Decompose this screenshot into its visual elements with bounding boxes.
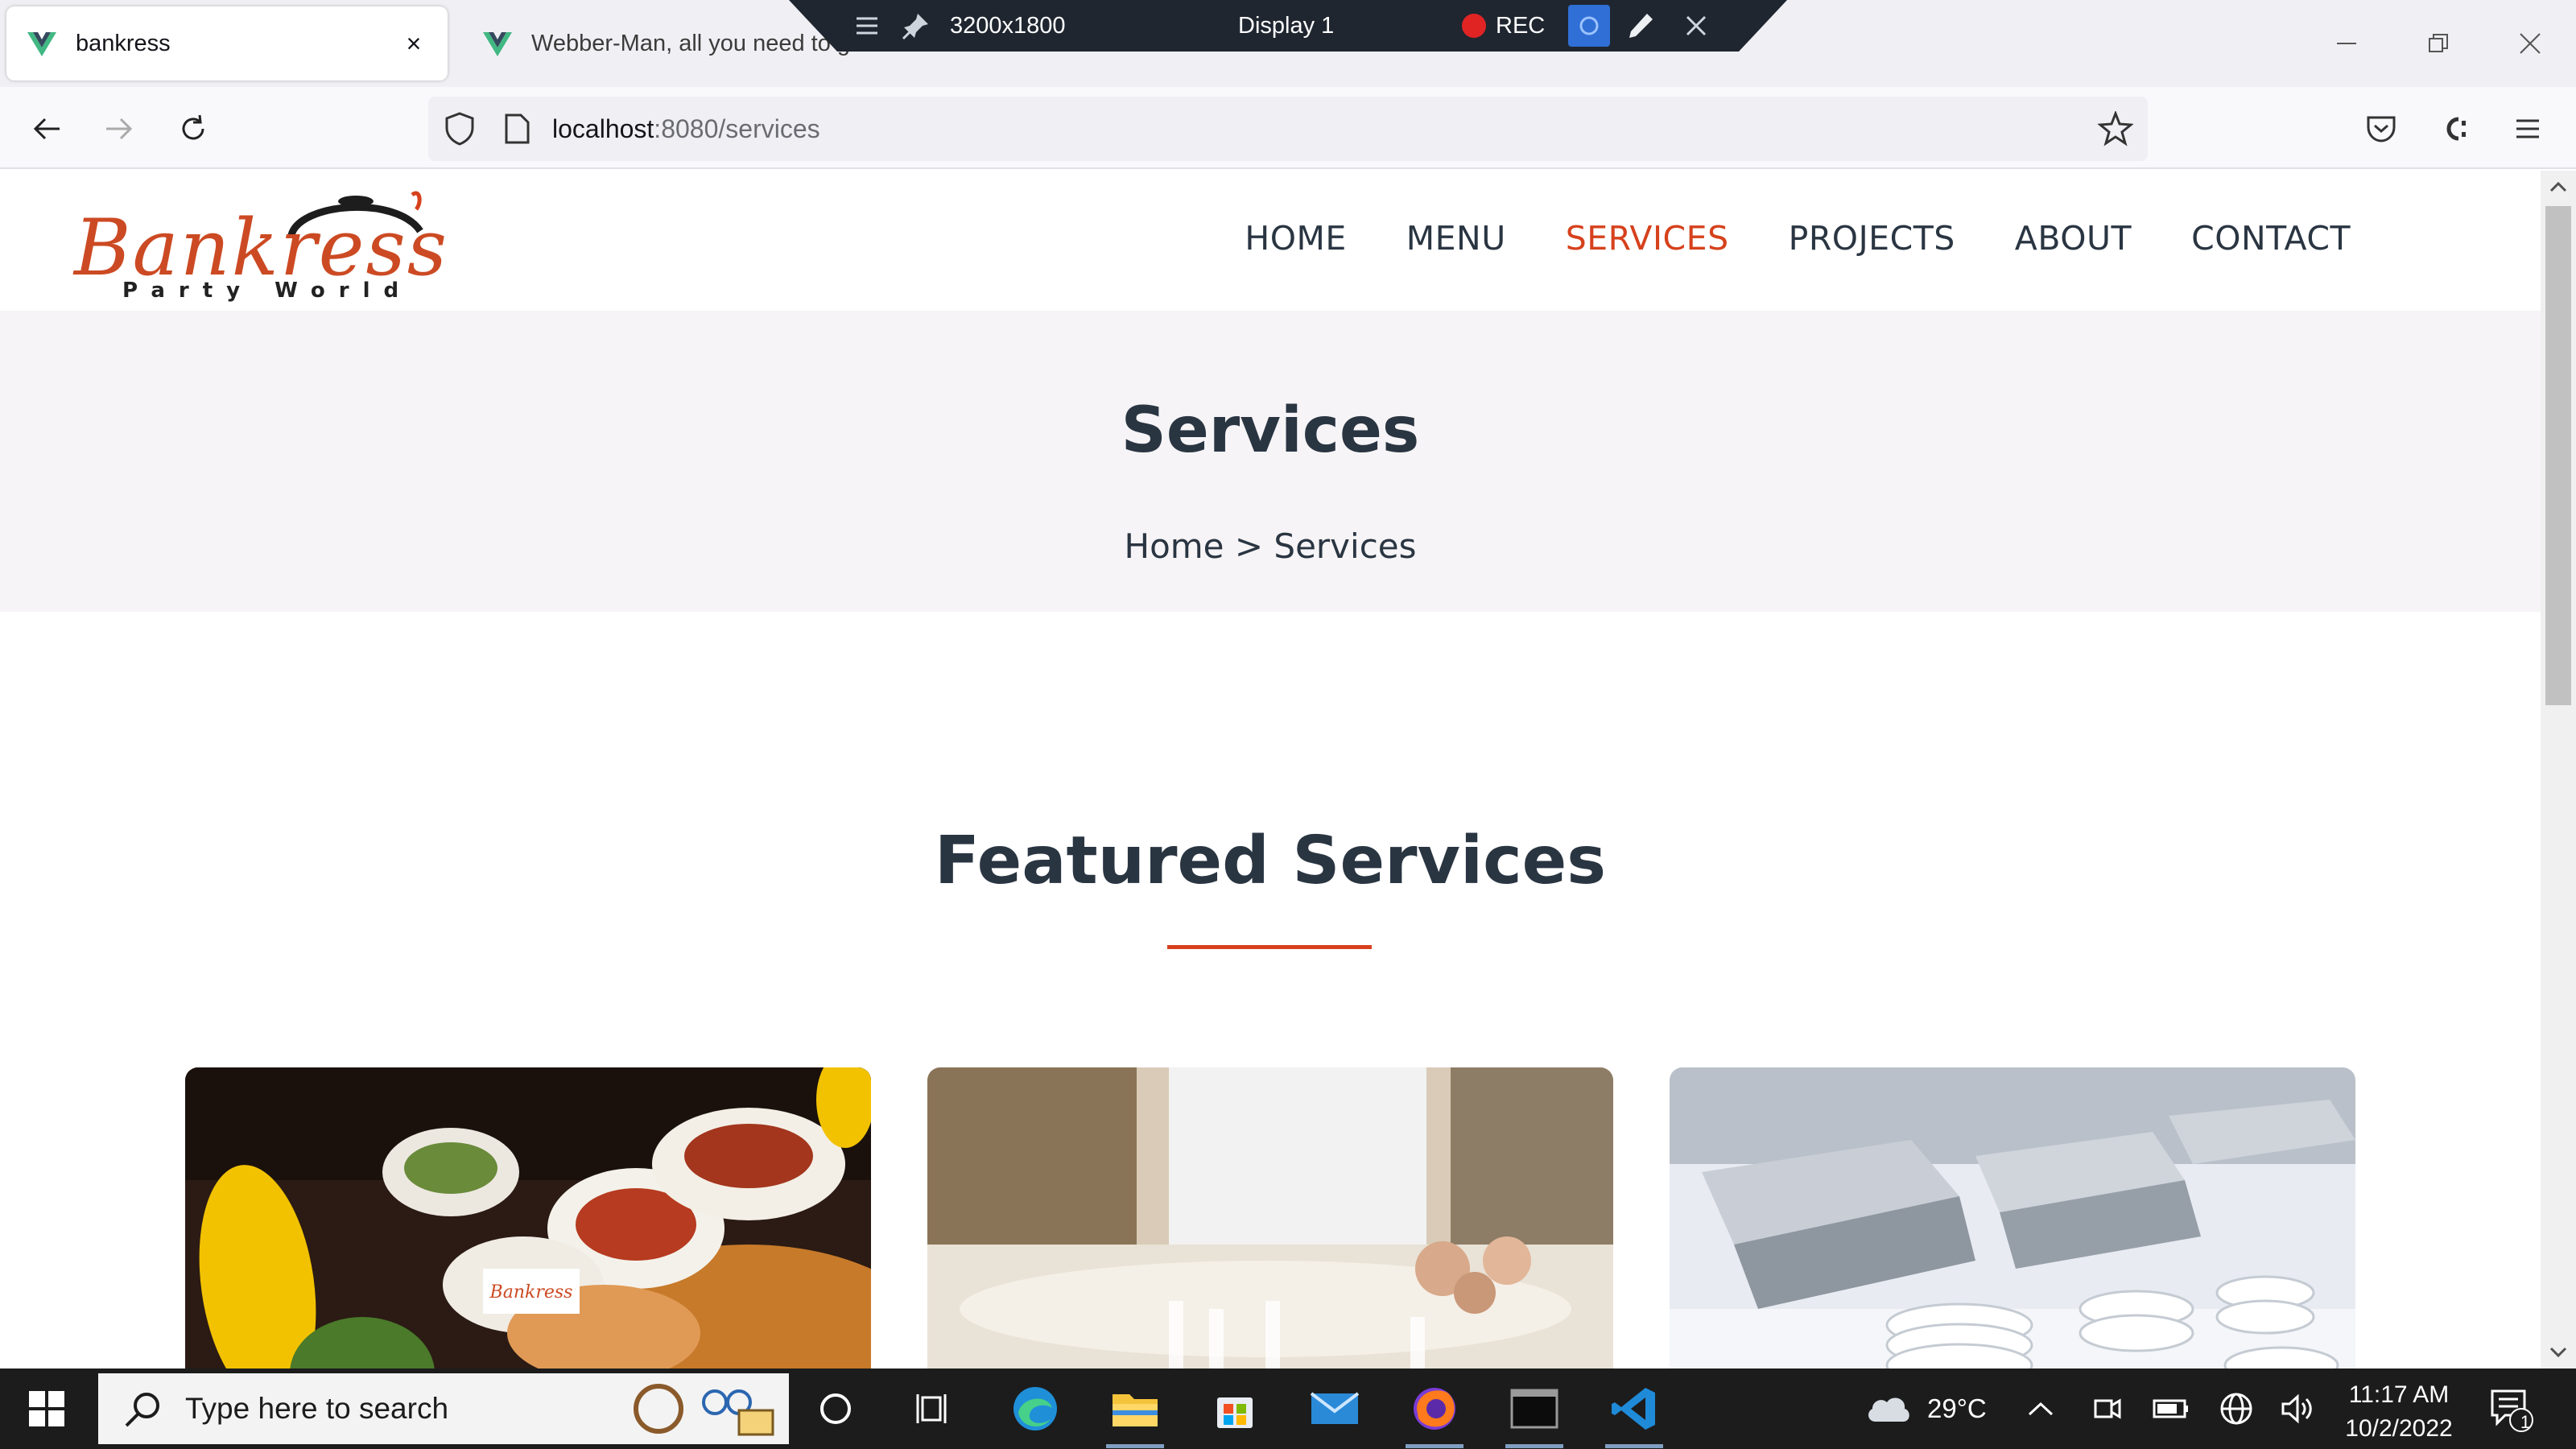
vscode-running-indicator <box>1605 1444 1663 1448</box>
clock-date: 10/2/2022 <box>2345 1415 2453 1442</box>
nav-projects[interactable]: PROJECTS <box>1789 219 1955 258</box>
windows-taskbar: Type here to search 29°C 11:17 AM 10/2/2… <box>0 1368 2576 1449</box>
clock-time: 11:17 AM <box>2348 1381 2450 1408</box>
extension-icon[interactable] <box>2426 100 2484 158</box>
mail-icon[interactable] <box>1307 1381 1362 1436</box>
vscode-icon[interactable] <box>1607 1381 1662 1436</box>
firefox-icon[interactable] <box>1407 1381 1462 1436</box>
chafing-dishes-image <box>1670 1067 2355 1368</box>
recording-resolution: 3200x1800 <box>950 12 1066 39</box>
search-highlight-icon <box>626 1378 779 1443</box>
heading-divider <box>1167 945 1372 949</box>
notification-center[interactable]: 1 <box>2487 1368 2536 1449</box>
menu-lines-icon[interactable] <box>853 0 881 52</box>
url-text[interactable]: localhost:8080/services <box>552 97 820 161</box>
nav-home[interactable]: HOME <box>1245 219 1346 258</box>
network-globe-icon[interactable] <box>2219 1368 2254 1449</box>
close-recorder-icon[interactable] <box>1684 0 1708 52</box>
taskbar-clock[interactable]: 11:17 AM 10/2/2022 <box>2318 1378 2479 1446</box>
service-card-catering[interactable] <box>1670 1067 2355 1368</box>
nav-about[interactable]: ABOUT <box>2015 219 2132 258</box>
nav-contact[interactable]: CONTACT <box>2191 219 2351 258</box>
bookmark-star-icon[interactable] <box>2097 109 2134 151</box>
edge-browser-icon[interactable] <box>1008 1381 1063 1436</box>
forward-arrow-icon[interactable] <box>90 100 148 158</box>
taskbar-search-box[interactable]: Type here to search <box>98 1373 789 1444</box>
vue-favicon-icon <box>27 32 56 56</box>
tab-bankress[interactable]: bankress × <box>6 6 448 80</box>
shield-icon[interactable] <box>443 111 477 151</box>
browser-toolbar: localhost:8080/services <box>0 87 2576 169</box>
meet-now-icon[interactable] <box>2091 1368 2124 1449</box>
screen-recorder-bar: 3200x1800 Display 1 REC <box>789 0 1787 52</box>
weather-temperature: 29°C <box>1927 1393 1987 1423</box>
rec-label: REC <box>1496 12 1546 39</box>
site-header: Bankress Party World HOME MENU SERVICES … <box>0 171 2541 311</box>
terminal-running-indicator <box>1505 1444 1563 1448</box>
main-nav: HOME MENU SERVICES PROJECTS ABOUT CONTAC… <box>1245 219 2351 258</box>
card-watermark: Bankress <box>489 1282 573 1302</box>
firefox-running-indicator <box>1406 1444 1463 1448</box>
camera-toggle[interactable] <box>1568 0 1610 52</box>
banquet-table-image <box>927 1067 1613 1368</box>
pocket-icon[interactable] <box>2352 100 2410 158</box>
file-explorer-icon[interactable] <box>1108 1381 1162 1436</box>
vue-favicon-icon <box>483 32 512 56</box>
recording-display: Display 1 <box>1238 12 1335 39</box>
back-arrow-icon[interactable] <box>18 100 76 158</box>
windows-start-icon[interactable] <box>18 1388 76 1430</box>
terminal-icon[interactable] <box>1507 1381 1562 1436</box>
volume-icon[interactable] <box>2280 1368 2315 1449</box>
page-title: Services <box>1121 394 1420 467</box>
search-icon <box>122 1389 163 1434</box>
hamburger-menu-icon[interactable] <box>2499 100 2557 158</box>
cortana-icon[interactable] <box>808 1381 863 1436</box>
page-scrollbar[interactable] <box>2541 171 2576 1368</box>
task-view-icon[interactable] <box>906 1381 961 1436</box>
food-platter-image: Bankress <box>185 1067 871 1368</box>
nav-menu[interactable]: MENU <box>1406 219 1506 258</box>
url-path: :8080/services <box>654 114 820 143</box>
logo-tagline: Party World <box>122 279 413 303</box>
site-logo[interactable]: Bankress Party World <box>74 187 452 308</box>
microsoft-store-icon[interactable] <box>1208 1381 1262 1436</box>
page-banner: Services Home > Services <box>0 311 2541 612</box>
battery-icon[interactable] <box>2153 1368 2190 1449</box>
featured-services-heading: Featured Services <box>934 823 1607 899</box>
pin-icon[interactable] <box>902 0 931 52</box>
service-card-banquet[interactable] <box>927 1067 1613 1368</box>
file-explorer-running-indicator <box>1106 1444 1164 1448</box>
page-viewport: Bankress Party World HOME MENU SERVICES … <box>0 171 2541 1368</box>
window-controls <box>2301 0 2576 87</box>
url-host: localhost <box>552 114 654 143</box>
nav-services[interactable]: SERVICES <box>1566 219 1729 258</box>
pen-icon[interactable] <box>1626 0 1655 52</box>
address-bar[interactable]: localhost:8080/services <box>428 97 2148 161</box>
record-dot-icon <box>1462 14 1486 38</box>
service-card-food[interactable]: Bankress <box>185 1067 871 1368</box>
cloud-icon <box>1868 1397 1909 1422</box>
show-hidden-icons-chevron[interactable] <box>2027 1368 2054 1449</box>
close-window-icon[interactable] <box>2484 0 2576 87</box>
restore-icon[interactable] <box>2392 0 2484 87</box>
search-placeholder: Type here to search <box>185 1392 449 1425</box>
tab-title: bankress <box>76 30 171 56</box>
minimize-icon[interactable] <box>2301 0 2392 87</box>
page-info-icon[interactable] <box>502 113 531 149</box>
scroll-up-icon[interactable] <box>2541 171 2576 203</box>
tab-title: Webber-Man, all you need to get your p <box>531 30 861 56</box>
rec-indicator[interactable]: REC <box>1462 0 1545 52</box>
reload-icon[interactable] <box>164 100 222 158</box>
weather-widget[interactable]: 29°C <box>1864 1368 1987 1449</box>
scroll-down-icon[interactable] <box>2541 1336 2576 1368</box>
tab-close-icon[interactable]: × <box>399 29 428 58</box>
breadcrumb[interactable]: Home > Services <box>0 526 2541 566</box>
notification-count: 1 <box>2520 1412 2531 1432</box>
camera-icon <box>1568 5 1610 47</box>
scroll-thumb[interactable] <box>2545 206 2571 705</box>
